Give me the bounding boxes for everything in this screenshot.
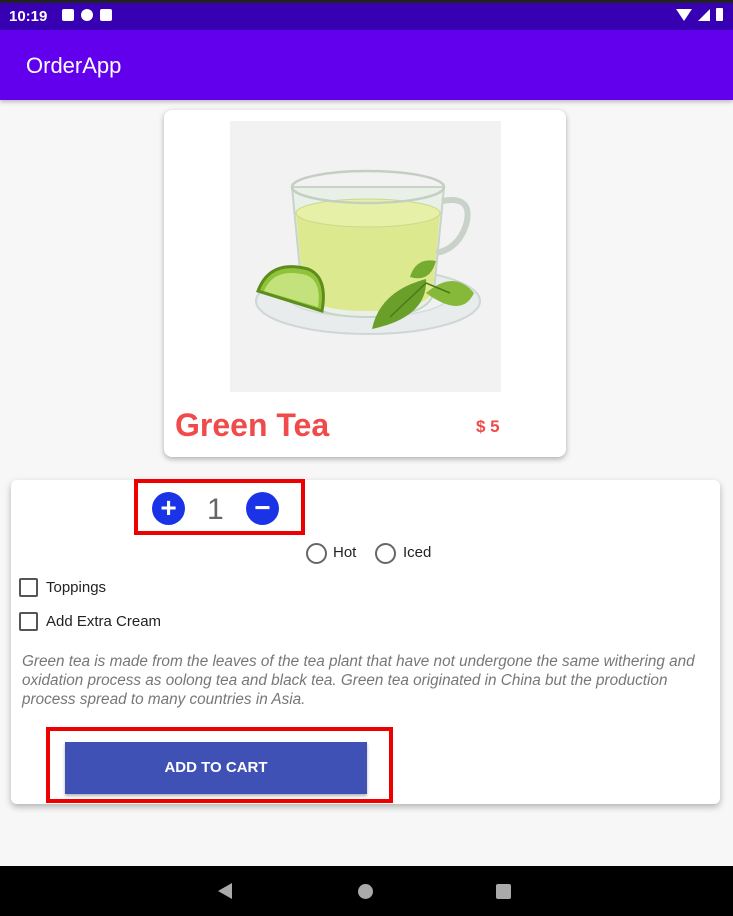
wifi-icon xyxy=(676,8,692,21)
toppings-checkbox[interactable] xyxy=(19,578,38,597)
status-icons-right xyxy=(676,8,723,21)
status-icons-left xyxy=(62,9,112,21)
green-tea-cup-image xyxy=(230,121,501,392)
a-notification-icon xyxy=(62,9,74,21)
back-icon[interactable] xyxy=(218,883,232,899)
tea-cup-illustration xyxy=(230,121,501,392)
navigation-bar xyxy=(0,866,733,916)
increase-quantity-button[interactable]: + xyxy=(152,492,185,525)
home-icon[interactable] xyxy=(358,884,373,899)
product-price: $ 5 xyxy=(476,417,500,436)
toppings-label: Toppings xyxy=(46,579,107,596)
app-bar: OrderApp xyxy=(0,30,733,100)
app-title: OrderApp xyxy=(26,53,122,78)
product-card: Green Tea $ 5 xyxy=(164,110,566,457)
product-description: Green tea is made from the leaves of the… xyxy=(22,653,695,708)
add-to-cart-button[interactable]: ADD TO CART xyxy=(65,742,367,794)
radio-iced[interactable] xyxy=(375,543,396,564)
battery-icon xyxy=(716,8,723,21)
status-bar-edge xyxy=(0,0,733,3)
extra-cream-checkbox[interactable] xyxy=(19,612,38,631)
quantity-value: 1 xyxy=(207,493,224,526)
extra-cream-label: Add Extra Cream xyxy=(46,613,162,630)
recents-icon[interactable] xyxy=(496,884,511,899)
status-time: 10:19 xyxy=(9,8,48,25)
decrease-quantity-button[interactable]: − xyxy=(246,492,279,525)
status-bar: 10:19 xyxy=(0,0,733,30)
radio-hot[interactable] xyxy=(306,543,327,564)
settings-notification-icon xyxy=(81,9,93,21)
signal-icon xyxy=(698,8,710,21)
product-name: Green Tea xyxy=(175,407,330,443)
radio-hot-label: Hot xyxy=(333,544,357,561)
radio-iced-label: Iced xyxy=(403,544,432,561)
plus-icon: + xyxy=(160,492,177,523)
minus-icon: − xyxy=(254,492,271,523)
sd-card-icon xyxy=(100,9,112,21)
